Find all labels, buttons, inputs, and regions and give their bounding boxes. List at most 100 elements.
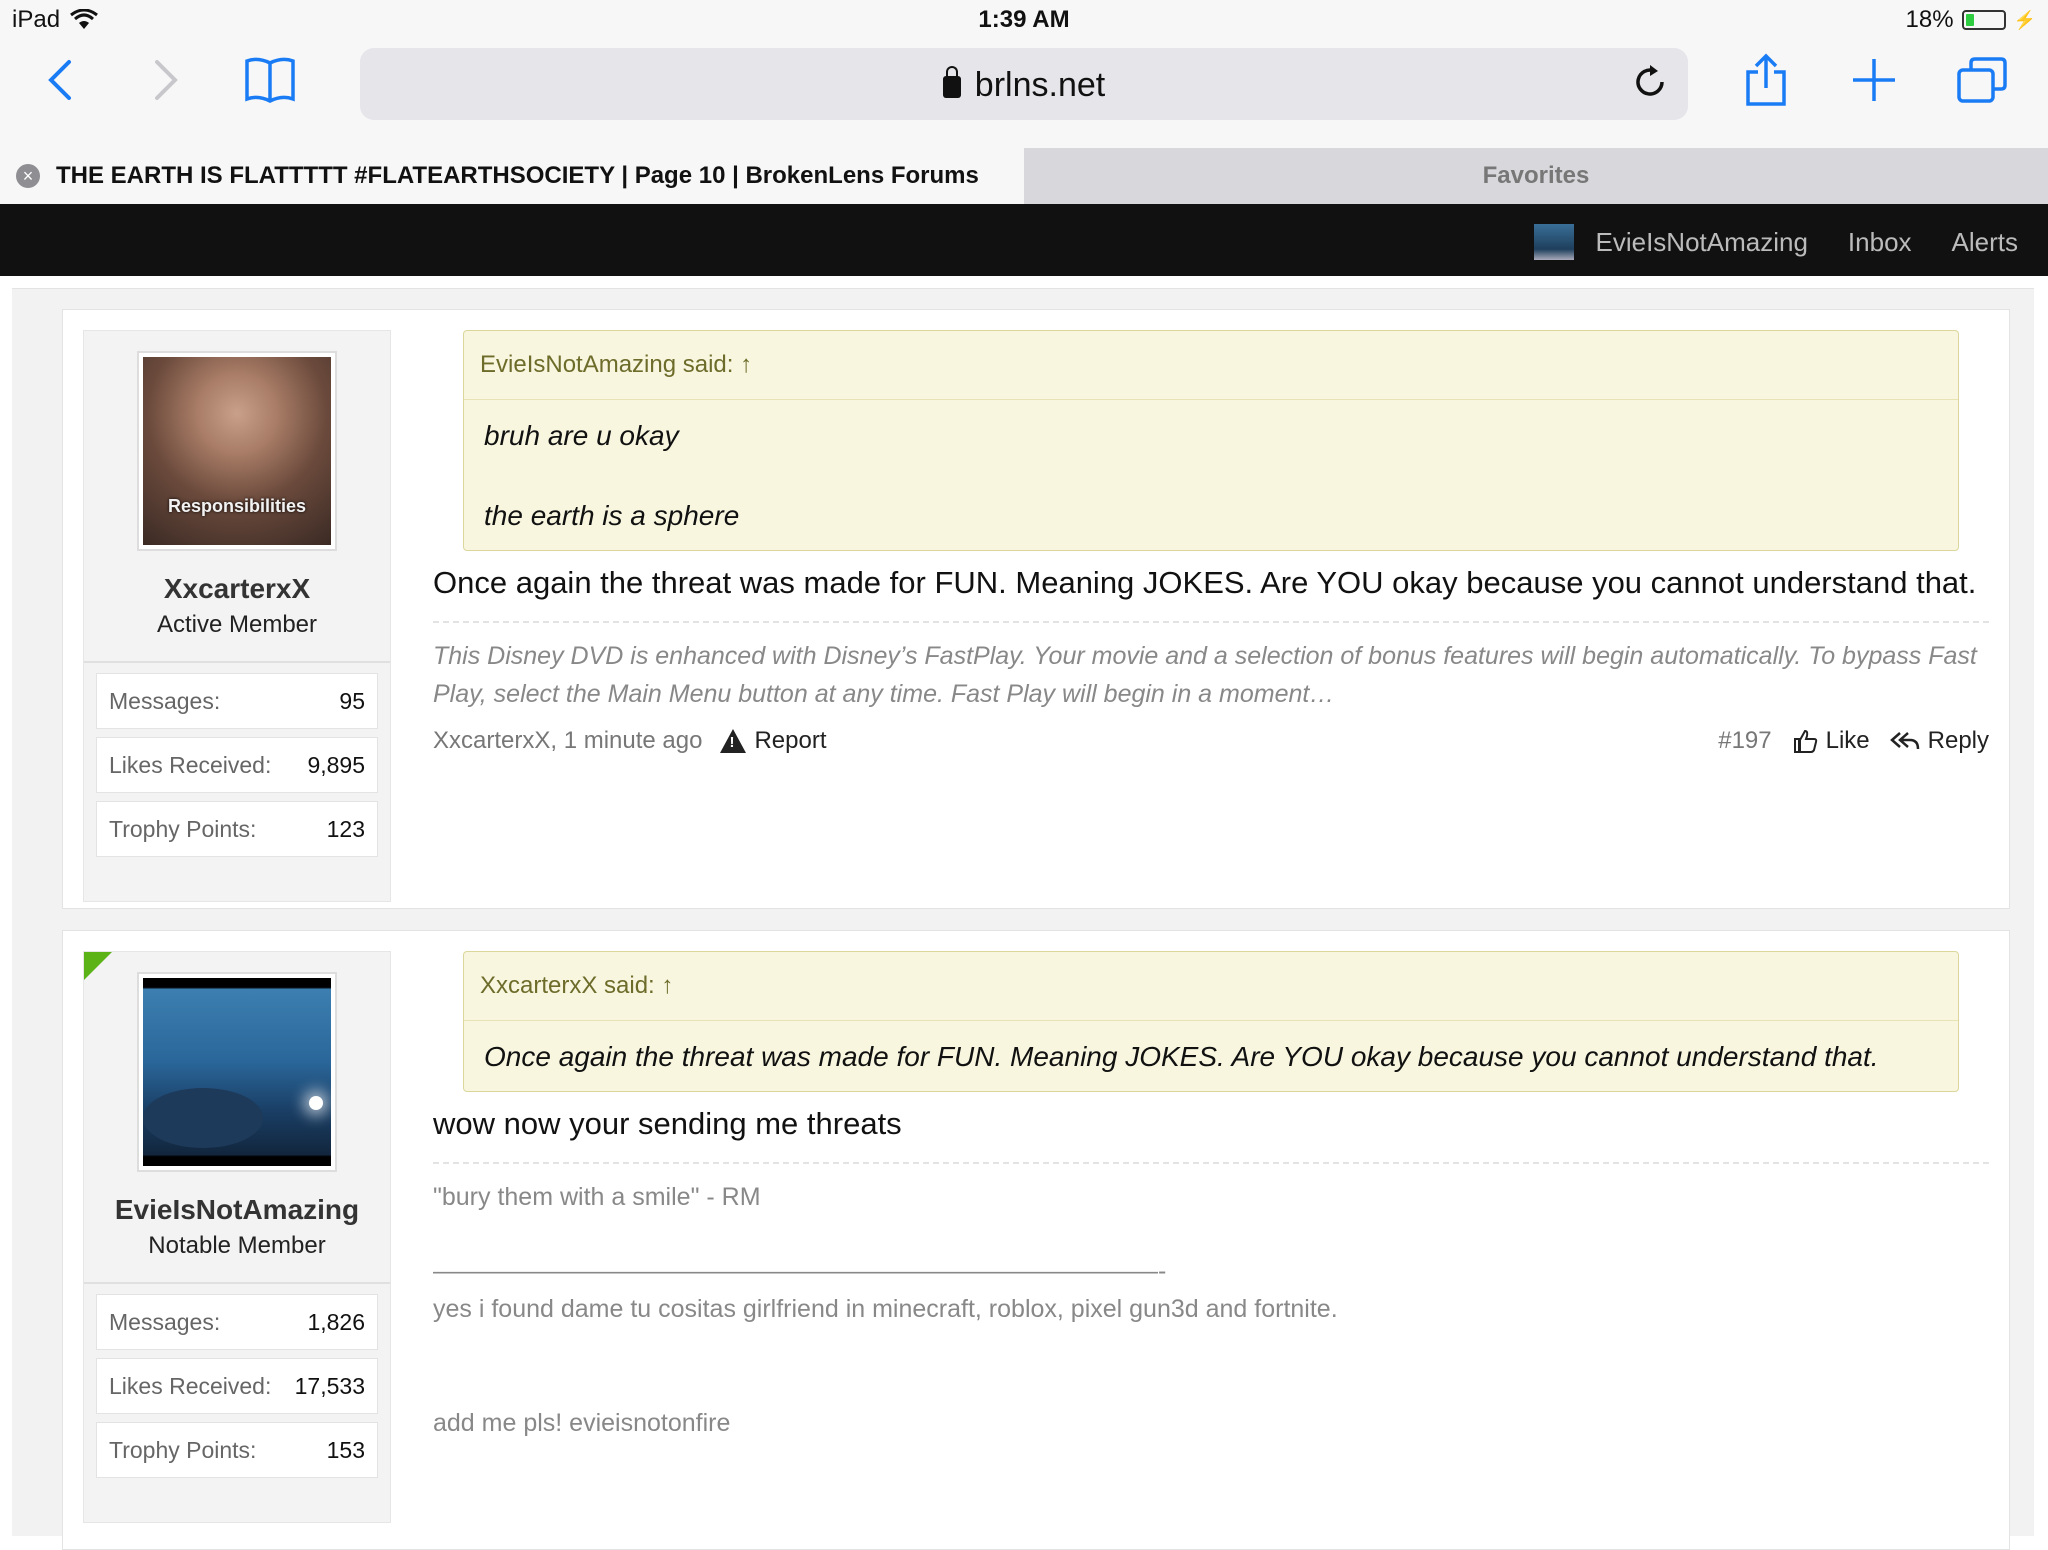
user-stats: Messages: 1,826 Likes Received: 17,533 Tro… — [84, 1284, 390, 1494]
username-link[interactable]: EvieIsNotAmazing — [84, 1194, 390, 1226]
plus-icon — [1853, 59, 1895, 101]
stat-label: Trophy Points: — [109, 815, 257, 842]
reply-button[interactable]: Reply — [1889, 727, 1989, 755]
stat-trophy: Trophy Points: 123 — [96, 801, 378, 857]
warning-icon — [720, 729, 747, 753]
share-button[interactable] — [1736, 50, 1796, 110]
tab-bar: × THE EARTH IS FLATTTTT #FLATEARTHSOCIET… — [0, 148, 2048, 204]
url-display[interactable]: brlns.net — [360, 66, 1688, 105]
avatar[interactable]: Responsibilities — [137, 351, 337, 551]
stat-value: 17,533 — [294, 1372, 365, 1399]
avatar-image: Responsibilities — [143, 357, 331, 545]
stat-messages: Messages: 95 — [96, 673, 378, 729]
signature-divider: —————————————————————————————- — [433, 1257, 1167, 1285]
quote-attribution[interactable]: EvieIsNotAmazing said: ↑ — [464, 331, 1958, 400]
reply-icon — [1889, 732, 1919, 750]
bookmarks-button[interactable] — [240, 50, 300, 110]
inbox-link[interactable]: Inbox — [1848, 227, 1912, 258]
quote-line: Once again the threat was made for FUN. … — [484, 1041, 1879, 1072]
stat-label: Trophy Points: — [109, 1436, 257, 1463]
thumbs-up-icon — [1793, 729, 1817, 753]
signature-line: add me pls! evieisnotonfire — [433, 1409, 731, 1437]
account-link[interactable]: EvieIsNotAmazing — [1533, 224, 1808, 260]
stat-value: 95 — [339, 687, 365, 714]
quote-block: XxcarterxX said: ↑ Once again the threat… — [463, 951, 1959, 1092]
alerts-link[interactable]: Alerts — [1952, 227, 2018, 258]
tab-title: THE EARTH IS FLATTTTT #FLATEARTHSOCIETY … — [56, 162, 979, 189]
signature: This Disney DVD is enhanced with Disney’… — [433, 621, 1989, 713]
user-nav: EvieIsNotAmazing Inbox Alerts — [1533, 224, 2018, 260]
stat-likes: Likes Received: 9,895 — [96, 737, 378, 793]
quote-attribution[interactable]: XxcarterxX said: ↑ — [464, 952, 1958, 1021]
stat-label: Likes Received: — [109, 1372, 272, 1399]
post: Responsibilities XxcarterxX Active Membe… — [62, 309, 2010, 909]
charging-icon: ⚡ — [2013, 9, 2036, 30]
stat-label: Messages: — [109, 687, 221, 714]
quote-body: Once again the threat was made for FUN. … — [464, 1021, 1958, 1091]
reload-icon — [1636, 65, 1664, 96]
forward-button[interactable] — [136, 50, 196, 110]
reply-label: Reply — [1927, 727, 1989, 754]
tab-favorites[interactable]: Favorites — [1024, 162, 2048, 190]
share-icon — [1746, 53, 1786, 106]
new-tab-button[interactable] — [1844, 50, 1904, 110]
user-block: EvieIsNotAmazing Notable Member Messages… — [83, 951, 391, 1523]
status-right: 18% ⚡ — [1906, 6, 2036, 34]
stat-messages: Messages: 1,826 — [96, 1294, 378, 1350]
post: EvieIsNotAmazing Notable Member Messages… — [62, 930, 2010, 1550]
book-icon — [245, 57, 295, 103]
stat-label: Messages: — [109, 1308, 221, 1335]
status-bar: iPad 1:39 AM 18% ⚡ — [0, 0, 2048, 40]
back-button[interactable] — [30, 50, 90, 110]
quote-line: the earth is a sphere — [484, 500, 740, 531]
stat-value: 1,826 — [307, 1308, 365, 1335]
like-button[interactable]: Like — [1792, 727, 1870, 755]
close-tab-icon[interactable]: × — [16, 164, 40, 188]
report-button[interactable]: Report — [720, 727, 827, 755]
reload-button[interactable] — [1630, 62, 1670, 107]
post-meta: XxcarterxX, 1 minute ago Report #197 Lik… — [433, 723, 1989, 763]
user-title: Active Member — [84, 611, 390, 663]
user-title: Notable Member — [84, 1232, 390, 1284]
battery-percent: 18% — [1905, 6, 1954, 33]
tabs-button[interactable] — [1952, 50, 2012, 110]
avatar[interactable] — [137, 972, 337, 1172]
stat-value: 9,895 — [307, 751, 365, 778]
account-username: EvieIsNotAmazing — [1595, 226, 1808, 257]
report-label: Report — [754, 727, 827, 754]
new-post-indicator — [84, 952, 112, 980]
stat-likes: Likes Received: 17,533 — [96, 1358, 378, 1414]
stat-value: 153 — [326, 1436, 365, 1463]
tab-active[interactable]: × THE EARTH IS FLATTTTT #FLATEARTHSOCIET… — [0, 148, 1024, 204]
message-text: Once again the threat was made for FUN. … — [433, 565, 1977, 600]
forum-header: EvieIsNotAmazing Inbox Alerts — [0, 204, 2048, 276]
stat-label: Likes Received: — [109, 751, 272, 778]
lock-icon — [942, 66, 961, 98]
post-author-time[interactable]: XxcarterxX, 1 minute ago — [433, 727, 702, 755]
page-content: Responsibilities XxcarterxX Active Membe… — [12, 276, 2034, 1550]
battery-icon — [1961, 10, 2006, 30]
chevron-left-icon — [48, 60, 71, 100]
chevron-right-icon — [155, 60, 178, 100]
message-text: wow now your sending me threats — [433, 1106, 902, 1141]
stat-trophy: Trophy Points: 153 — [96, 1422, 378, 1478]
user-avatar-thumb — [1533, 224, 1574, 260]
like-label: Like — [1825, 727, 1870, 754]
user-stats: Messages: 95 Likes Received: 9,895 Trophy … — [84, 663, 390, 873]
post-content: EvieIsNotAmazing said: ↑ bruh are u okay… — [433, 330, 1989, 763]
username-link[interactable]: XxcarterxX — [84, 573, 390, 605]
address-bar[interactable]: brlns.net — [360, 48, 1688, 120]
signature-line: "bury them with a smile" - RM — [433, 1183, 761, 1211]
avatar-image — [143, 978, 331, 1166]
signature: "bury them with a smile" - RM ——————————… — [433, 1162, 1989, 1442]
quote-body: bruh are u okay the earth is a sphere — [464, 400, 1958, 550]
signature-line: yes i found dame tu cositas girlfriend i… — [433, 1295, 1338, 1323]
status-time: 1:39 AM — [978, 6, 1070, 33]
post-number[interactable]: #197 — [1718, 727, 1771, 755]
stat-value: 123 — [326, 815, 365, 842]
user-block: Responsibilities XxcarterxX Active Membe… — [83, 330, 391, 902]
tabs-icon — [1957, 57, 2007, 103]
url-text: brlns.net — [974, 66, 1106, 104]
avatar-caption: Responsibilities — [167, 496, 307, 516]
quote-line: bruh are u okay — [484, 420, 679, 451]
